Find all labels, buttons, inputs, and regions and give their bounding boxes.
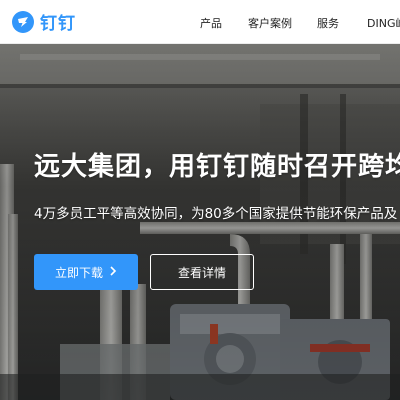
download-now-button[interactable]: 立即下载 bbox=[34, 254, 138, 290]
brand-name: 钉钉 bbox=[40, 14, 76, 34]
nav-item-customer-cases[interactable]: 客户案例 bbox=[248, 15, 292, 31]
hero-subtitle: 4万多员工平等高效协同，为80多个国家提供节能环保产品及 bbox=[34, 206, 398, 222]
dingtalk-logo-icon bbox=[12, 10, 34, 33]
nav-item-services[interactable]: 服务 bbox=[317, 15, 339, 31]
nav-item-ding-summit[interactable]: DING峰 bbox=[367, 15, 400, 31]
nav-item-products[interactable]: 产品 bbox=[200, 15, 222, 31]
view-details-button[interactable]: 查看详情 bbox=[150, 254, 254, 290]
view-details-label: 查看详情 bbox=[177, 265, 226, 280]
page: 钉钉 产品 客户案例 服务 DING峰 bbox=[0, 0, 400, 400]
top-header: 钉钉 产品 客户案例 服务 DING峰 bbox=[0, 0, 400, 44]
chevron-right-icon bbox=[109, 265, 117, 280]
hero-title: 远大集团，用钉钉随时召开跨均 bbox=[34, 152, 400, 182]
download-now-label: 立即下载 bbox=[54, 265, 103, 280]
hero-banner: 远大集团，用钉钉随时召开跨均 4万多员工平等高效协同，为80多个国家提供节能环保… bbox=[0, 44, 400, 400]
brand-logo[interactable]: 钉钉 bbox=[12, 0, 76, 44]
hero-overlay bbox=[0, 44, 400, 400]
